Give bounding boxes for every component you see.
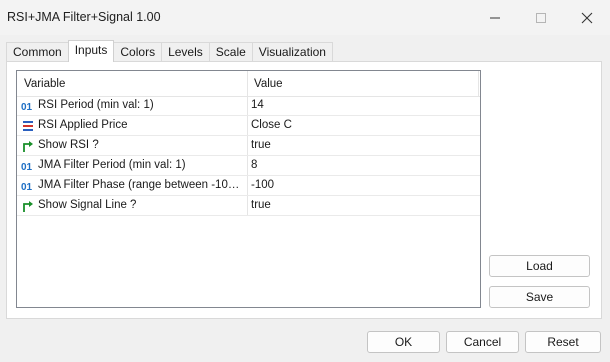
row-name: RSI Applied Price	[38, 119, 128, 131]
cancel-button[interactable]: Cancel	[446, 331, 519, 353]
row-name: Show RSI ?	[38, 139, 99, 151]
row-value[interactable]: Close C	[251, 119, 292, 131]
row-name: JMA Filter Phase (range between -100 a..…	[38, 179, 243, 191]
svg-text:01: 01	[21, 182, 33, 193]
window-title: RSI+JMA Filter+Signal 1.00	[7, 10, 161, 24]
reset-button[interactable]: Reset	[525, 331, 601, 353]
minimize-icon	[490, 17, 500, 19]
int-icon: 01	[21, 162, 33, 173]
table-row[interactable]: Show RSI ? true	[17, 136, 480, 156]
enum-icon	[23, 121, 33, 131]
grid-header: Variable Value	[17, 71, 480, 97]
header-value[interactable]: Value	[254, 78, 283, 90]
ok-button[interactable]: OK	[367, 331, 440, 353]
row-name: JMA Filter Period (min val: 1)	[38, 159, 186, 171]
header-variable[interactable]: Variable	[24, 78, 65, 90]
tab-scale[interactable]: Scale	[208, 42, 253, 62]
maximize-icon	[536, 13, 546, 23]
inputs-grid: Variable Value 01 RSI Period (min val: 1…	[16, 70, 481, 308]
table-row[interactable]: 01 JMA Filter Phase (range between -100 …	[17, 176, 480, 196]
row-value[interactable]: 14	[251, 99, 264, 111]
bool-icon	[23, 141, 33, 152]
row-value[interactable]: 8	[251, 159, 257, 171]
table-row[interactable]: 01 RSI Period (min val: 1) 14	[17, 96, 480, 116]
title-bar: RSI+JMA Filter+Signal 1.00	[0, 0, 610, 35]
minimize-button[interactable]	[472, 0, 518, 35]
svg-text:01: 01	[21, 102, 33, 113]
maximize-button[interactable]	[518, 0, 564, 35]
int-icon: 01	[21, 102, 33, 113]
row-value[interactable]: -100	[251, 179, 274, 191]
tab-visualization[interactable]: Visualization	[251, 42, 333, 62]
tab-inputs[interactable]: Inputs	[67, 40, 115, 62]
bool-icon	[23, 201, 33, 212]
table-row[interactable]: RSI Applied Price Close C	[17, 116, 480, 136]
int-icon: 01	[21, 182, 33, 193]
tab-colors[interactable]: Colors	[113, 42, 163, 62]
tab-common[interactable]: Common	[6, 42, 69, 62]
row-value[interactable]: true	[251, 199, 271, 211]
tab-levels[interactable]: Levels	[161, 42, 210, 62]
row-name: Show Signal Line ?	[38, 199, 137, 211]
table-row[interactable]: Show Signal Line ? true	[17, 196, 480, 216]
close-icon	[581, 12, 593, 24]
tab-bar: Common Inputs Colors Levels Scale Visual…	[6, 40, 333, 62]
column-divider	[478, 71, 479, 96]
row-name: RSI Period (min val: 1)	[38, 99, 154, 111]
load-button[interactable]: Load	[489, 255, 590, 277]
svg-text:01: 01	[21, 162, 33, 173]
save-button[interactable]: Save	[489, 286, 590, 308]
row-value[interactable]: true	[251, 139, 271, 151]
close-button[interactable]	[564, 0, 610, 35]
table-row[interactable]: 01 JMA Filter Period (min val: 1) 8	[17, 156, 480, 176]
